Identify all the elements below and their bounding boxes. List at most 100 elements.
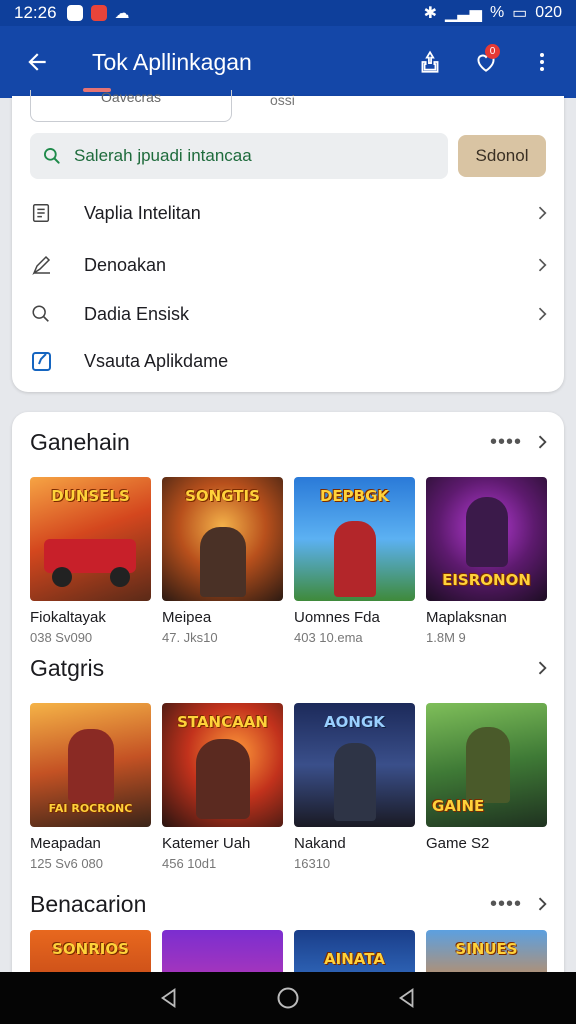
back-button[interactable] (0, 26, 74, 98)
app-meta: 038 Sv090 (30, 630, 93, 645)
app-tile[interactable]: AONGK Nakand 16310 (294, 703, 415, 871)
tab-active[interactable]: Oavecras (30, 88, 232, 122)
top-tabs: Oavecras ossi (30, 88, 550, 124)
battery-icon: ▭ (512, 5, 528, 22)
app-thumbnail: FAI ROCRONC (30, 703, 151, 827)
edit-box-icon (32, 352, 51, 371)
thumbnail-art-title: DEPBGK (319, 487, 390, 505)
bluetooth-icon: ✱ (423, 5, 438, 22)
search-button[interactable]: Sdonol (458, 135, 546, 177)
home-circle-icon[interactable] (276, 986, 300, 1010)
character-graphic (466, 497, 508, 567)
app-tile[interactable]: SONGTIS Meipea 47. Jks10 (162, 477, 283, 645)
tab-indicator (83, 88, 111, 92)
search-row: Salerah jpuadi intancaa Sdonol (30, 133, 546, 179)
chevron-right-icon (538, 897, 547, 911)
section-title: Gatgris (30, 654, 105, 681)
app-name: Meapadan (30, 835, 101, 852)
app-thumbnail: AONGK (294, 703, 415, 827)
status-time: 12:26 (14, 3, 57, 22)
section-header[interactable]: Benacarion •••• (30, 886, 552, 922)
app-name: Fiokaltayak (30, 609, 106, 626)
page-title: Tok Apllinkagan (92, 48, 252, 75)
pen-icon (32, 255, 51, 276)
wheel-graphic (110, 567, 130, 587)
search-input[interactable]: Salerah jpuadi intancaa (30, 133, 448, 179)
app-meta: 125 Sv6 080 (30, 856, 104, 871)
recents-triangle-icon[interactable] (396, 987, 418, 1009)
character-graphic (334, 743, 376, 821)
battery-level: 020 (535, 4, 562, 21)
app-thumbnail: SONGTIS (162, 477, 283, 601)
character-graphic (334, 521, 376, 597)
thumbnail-art-title: STANCAAN (177, 713, 268, 731)
more-dots[interactable]: •••• (490, 431, 522, 454)
menu-item-4[interactable]: Vsauta Aplikdame (30, 336, 552, 386)
app-tile[interactable]: DUNSELS Fiokaltayak 038 Sv090 (30, 477, 151, 645)
app-meta: 403 10.ema (294, 630, 363, 645)
section-2: Gatgris FAI ROCRONC Meapadan 125 Sv6 080… (30, 650, 552, 871)
menu-card: Oavecras ossi Salerah jpuadi intancaa Sd… (12, 88, 564, 392)
chevron-right-icon (538, 435, 547, 449)
thumbnail-art-title: SINUES (455, 940, 518, 958)
app-name: Nakand (294, 835, 346, 852)
app-thumbnail: DEPBGK (294, 477, 415, 601)
thumbnail-art-title: SONRIOS (52, 940, 129, 958)
chevron-right-icon (538, 206, 547, 220)
thumbnail-art-title: EISRONON (442, 571, 531, 589)
app-tile[interactable]: FAI ROCRONC Meapadan 125 Sv6 080 (30, 703, 151, 871)
section-header[interactable]: Gatgris (30, 650, 552, 686)
share-icon (421, 50, 439, 73)
section-1: Ganehain •••• DUNSELS Fiokaltayak 038 Sv… (30, 424, 552, 645)
app-tile[interactable]: GAINE Game S2 (426, 703, 547, 871)
notification-badge: 0 (485, 44, 500, 59)
character-graphic (68, 729, 114, 803)
character-graphic (200, 527, 246, 597)
wheel-graphic (52, 567, 72, 587)
chevron-right-icon (538, 307, 547, 321)
signal-text: % (489, 4, 505, 21)
thumbnail-art-title: SONGTIS (185, 487, 260, 505)
menu-item-3[interactable]: Dadia Ensisk (30, 292, 552, 336)
search-icon (44, 148, 60, 164)
character-graphic (196, 739, 250, 819)
app-thumbnail: GAINE (426, 703, 547, 827)
menu-item-label: Vaplia Intelitan (84, 202, 201, 223)
app-tile[interactable]: DEPBGK Uomnes Fda 403 10.ema (294, 477, 415, 645)
app-name: Uomnes Fda (294, 609, 380, 626)
arrow-back-icon (28, 53, 46, 71)
overflow-menu-button[interactable] (514, 34, 570, 90)
search-icon (32, 305, 49, 322)
section-title: Benacarion (30, 890, 147, 917)
app-name: Meipea (162, 609, 212, 626)
app-tile[interactable]: EISRONON Maplaksnan 1.8M 9 (426, 477, 547, 645)
character-graphic (466, 727, 510, 803)
app-name: Katemer Uah (162, 835, 251, 852)
tab-label: Oavecras (101, 89, 161, 105)
menu-item-label: Denoakan (84, 254, 167, 275)
app-tile[interactable]: STANCAAN Katemer Uah 456 10d1 (162, 703, 283, 871)
app-notification-icon (90, 5, 107, 21)
back-triangle-icon[interactable] (158, 987, 180, 1009)
notifications-button[interactable]: 0 (458, 34, 514, 90)
thumbnail-art-title: AINATA (324, 950, 385, 968)
app-name: Maplaksnan (426, 609, 507, 626)
section-header[interactable]: Ganehain •••• (30, 424, 552, 460)
search-input-value: Salerah jpuadi intancaa (74, 146, 252, 165)
chevron-right-icon (538, 661, 547, 675)
menu-item-2[interactable]: Denoakan (30, 238, 552, 292)
chevron-right-icon (538, 258, 547, 272)
app-thumbnail: STANCAAN (162, 703, 283, 827)
thumbnail-art-title: FAI ROCRONC (48, 802, 133, 815)
system-nav-bar (0, 972, 576, 1024)
menu-item-label: Vsauta Aplikdame (84, 350, 229, 371)
menu-item-label: Dadia Ensisk (84, 303, 190, 324)
app-meta: 16310 (294, 856, 331, 871)
share-button[interactable] (402, 34, 458, 90)
messenger-icon (66, 5, 83, 21)
app-meta: 1.8M 9 (426, 630, 466, 645)
menu-list: Vaplia Intelitan Denoakan Dadia Ensisk V… (30, 188, 552, 386)
tab-secondary[interactable]: ossi (270, 92, 295, 108)
more-dots[interactable]: •••• (490, 893, 522, 916)
menu-item-1[interactable]: Vaplia Intelitan (30, 188, 552, 238)
